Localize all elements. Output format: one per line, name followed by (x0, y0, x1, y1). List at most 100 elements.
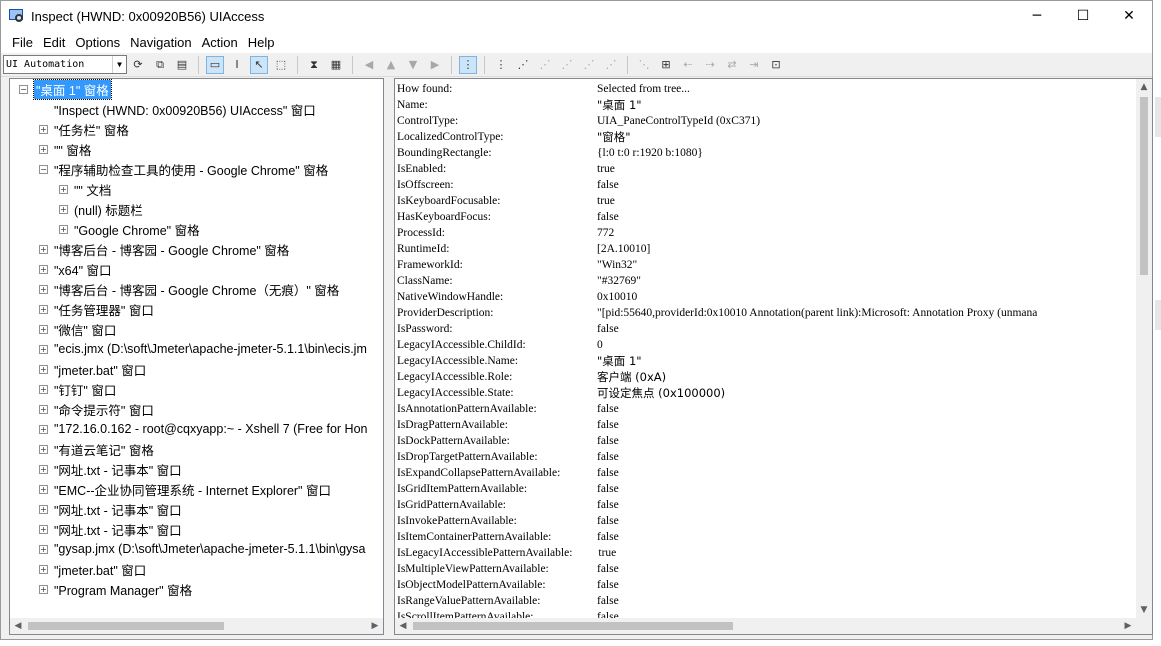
action-focus-icon[interactable]: ⊡ (767, 56, 785, 74)
property-row[interactable]: FrameworkId: "Win32" (397, 257, 637, 273)
property-row[interactable]: IsInvokePatternAvailable: false (397, 513, 619, 529)
property-row[interactable]: IsEnabled: true (397, 161, 615, 177)
tree-item-label[interactable]: "gysap.jmx (D:\soft\Jmeter\apache-jmeter… (54, 542, 366, 556)
navigate-down-icon[interactable]: ▼ (404, 56, 422, 74)
property-row[interactable]: ProcessId: 772 (397, 225, 614, 241)
expand-icon[interactable]: + (39, 264, 48, 274)
tree-item[interactable]: + "微信" 窗口 (39, 319, 116, 339)
scroll-left-icon[interactable]: ◀ (10, 618, 26, 634)
tree-item-label[interactable]: "网址.txt - 记事本" 窗口 (54, 500, 182, 519)
tree-item[interactable]: + "jmeter.bat" 窗口 (39, 559, 146, 579)
tree-item[interactable]: + "博客后台 - 博客园 - Google Chrome（无痕）" 窗格 (39, 279, 339, 299)
tree-item-label[interactable]: "钉钉" 窗口 (54, 380, 116, 399)
property-row[interactable]: BoundingRectangle: {l:0 t:0 r:1920 b:1080… (397, 145, 703, 161)
scroll-track[interactable] (26, 618, 367, 634)
menu-help[interactable]: Help (243, 35, 280, 50)
expand-icon[interactable]: + (59, 184, 68, 194)
tree-item-label[interactable]: "命令提示符" 窗口 (54, 400, 154, 419)
expand-icon[interactable]: + (39, 144, 48, 154)
property-row[interactable]: LegacyIAccessible.Role: 客户端 (0xA) (397, 369, 666, 385)
tree-item[interactable]: − "桌面 1" 窗格 (19, 79, 112, 100)
property-row[interactable]: IsRangeValuePatternAvailable: false (397, 593, 619, 609)
tree-item-label[interactable]: "程序辅助检查工具的使用 - Google Chrome" 窗格 (54, 160, 328, 179)
scroll-left-icon[interactable]: ◀ (395, 618, 411, 634)
next-sibling-icon[interactable]: ⋰ (536, 56, 554, 74)
navigate-left-icon[interactable]: ◀ (360, 56, 378, 74)
last-child-icon[interactable]: ⋰ (580, 56, 598, 74)
tree-item[interactable]: + "钉钉" 窗口 (39, 379, 116, 399)
scroll-thumb[interactable] (413, 622, 733, 630)
expand-icon[interactable]: + (39, 504, 48, 514)
tree-item[interactable]: + "网址.txt - 记事本" 窗口 (39, 499, 182, 519)
property-row[interactable]: ProviderDescription: "[pid:55640,provider… (397, 305, 1037, 321)
property-row[interactable]: IsGridItemPatternAvailable: false (397, 481, 619, 497)
property-row[interactable]: IsAnnotationPatternAvailable: false (397, 401, 619, 417)
tree-item-label[interactable]: "EMC--企业协同管理系统 - Internet Explorer" 窗口 (54, 480, 331, 499)
previous-sibling-icon[interactable]: ⋰ (558, 56, 576, 74)
scroll-right-icon[interactable]: ▶ (367, 618, 383, 634)
copy-icon[interactable]: ⧉ (151, 56, 169, 74)
tree-item-label[interactable]: "jmeter.bat" 窗口 (54, 560, 146, 579)
expand-icon[interactable]: + (39, 564, 48, 574)
tree-item[interactable]: + "jmeter.bat" 窗口 (39, 359, 146, 379)
property-row[interactable]: IsItemContainerPatternAvailable: false (397, 529, 619, 545)
expand-icon[interactable]: + (39, 444, 48, 454)
property-row[interactable]: IsPassword: false (397, 321, 619, 337)
tree-item-label[interactable]: (null) 标题栏 (74, 200, 143, 219)
refresh-icon[interactable]: ⟳ (129, 56, 147, 74)
navigate-right-icon[interactable]: ▶ (426, 56, 444, 74)
tree-item-label[interactable]: "Google Chrome" 窗格 (74, 220, 200, 239)
expand-icon[interactable]: + (39, 344, 48, 354)
menu-file[interactable]: File (7, 35, 38, 50)
tree-item-label[interactable]: "任务栏" 窗格 (54, 120, 129, 139)
property-row[interactable]: LegacyIAccessible.ChildId: 0 (397, 337, 603, 353)
tree-item[interactable]: + "有道云笔记" 窗格 (39, 439, 154, 459)
tree-item[interactable]: + "博客后台 - 博客园 - Google Chrome" 窗格 (39, 239, 289, 259)
tree-item-label[interactable]: "网址.txt - 记事本" 窗口 (54, 520, 182, 539)
root-element-icon[interactable]: ⋰ (602, 56, 620, 74)
action-toggle-icon[interactable]: ⇠ (679, 56, 697, 74)
scroll-down-icon[interactable]: ▼ (1136, 602, 1152, 618)
parent-element-icon[interactable]: ⋮ (492, 56, 510, 74)
property-row[interactable]: HasKeyboardFocus: false (397, 209, 619, 225)
menu-options[interactable]: Options (70, 35, 125, 50)
tree-item-label[interactable]: "任务管理器" 窗口 (54, 300, 154, 319)
close-button[interactable]: ✕ (1106, 1, 1152, 31)
scroll-up-icon[interactable]: ▲ (1136, 79, 1152, 95)
menu-navigation[interactable]: Navigation (125, 35, 196, 50)
expand-icon[interactable]: + (39, 524, 48, 534)
property-row[interactable]: IsDragPatternAvailable: false (397, 417, 619, 433)
watch-caret-icon[interactable]: I (228, 56, 246, 74)
navigate-up-icon[interactable]: ▲ (382, 56, 400, 74)
property-row[interactable]: How found: Selected from tree... (397, 81, 690, 97)
expand-icon[interactable]: + (39, 404, 48, 414)
title-bar[interactable]: Inspect (HWND: 0x00920B56) UIAccess ─ ☐ … (1, 1, 1152, 31)
scroll-track[interactable] (411, 618, 1120, 634)
tree-item-label[interactable]: "博客后台 - 博客园 - Google Chrome" 窗格 (54, 240, 289, 259)
tree-item[interactable]: + "Google Chrome" 窗格 (59, 219, 200, 239)
expand-icon[interactable]: + (39, 324, 48, 334)
tree-item[interactable]: + "任务栏" 窗格 (39, 119, 129, 139)
tree-item-label[interactable]: "博客后台 - 博客园 - Google Chrome（无痕）" 窗格 (54, 280, 339, 299)
property-row[interactable]: RuntimeId: [2A.10010] (397, 241, 650, 257)
expand-icon[interactable]: + (39, 304, 48, 314)
tree-item[interactable]: + "EMC--企业协同管理系统 - Internet Explorer" 窗口 (39, 479, 331, 499)
tree-item[interactable]: "Inspect (HWND: 0x00920B56) UIAccess" 窗口 (39, 99, 316, 119)
properties-horizontal-scrollbar[interactable]: ◀ ▶ (395, 618, 1136, 634)
tree-item-label[interactable]: "172.16.0.162 - root@cqxyapp:~ - Xshell … (54, 422, 367, 436)
menu-edit[interactable]: Edit (38, 35, 70, 50)
tree-item[interactable]: + "Program Manager" 窗格 (39, 579, 192, 599)
expand-icon[interactable]: + (39, 384, 48, 394)
property-row[interactable]: NativeWindowHandle: 0x10010 (397, 289, 637, 305)
tree-item[interactable]: + "172.16.0.162 - root@cqxyapp:~ - Xshell… (39, 419, 367, 439)
property-row[interactable]: LocalizedControlType: "窗格" (397, 129, 631, 145)
property-row[interactable]: IsDockPatternAvailable: false (397, 433, 619, 449)
properties-vertical-scrollbar[interactable]: ▲ ▼ (1136, 79, 1152, 618)
property-row[interactable]: LegacyIAccessible.State: 可设定焦点 (0x100000) (397, 385, 725, 401)
properties-pane[interactable]: How found: Selected from tree... Name: "桌面 … (394, 78, 1153, 635)
property-row[interactable]: IsGridPatternAvailable: false (397, 497, 619, 513)
property-row[interactable]: ClassName: "#32769" (397, 273, 641, 289)
tree-horizontal-scrollbar[interactable]: ◀ ▶ (10, 618, 383, 634)
action-scroll-icon[interactable]: ⇄ (723, 56, 741, 74)
watch-focus-icon[interactable]: ▭ (206, 55, 224, 74)
